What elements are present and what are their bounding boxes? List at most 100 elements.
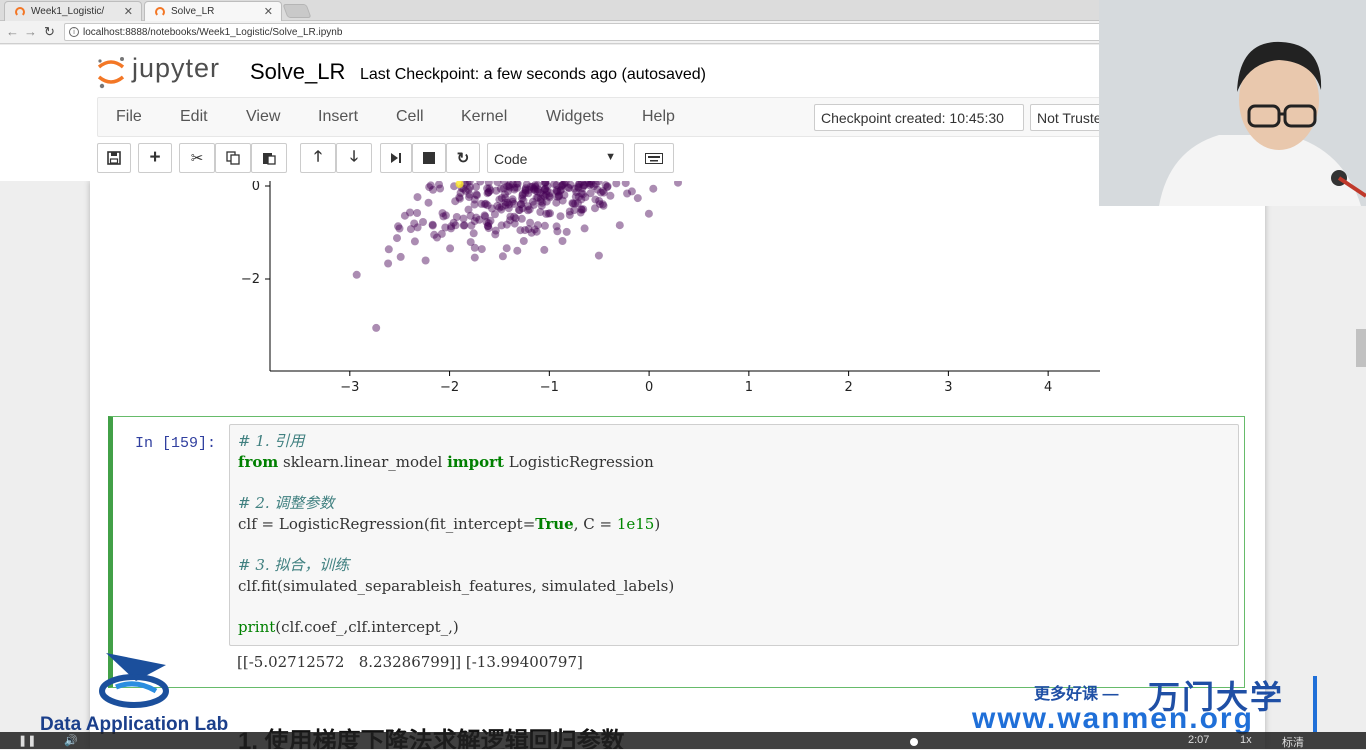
scatter-point <box>530 225 539 234</box>
code-line: print(clf.coef_,clf.intercept_,) <box>238 617 1238 638</box>
jupyter-favicon-icon <box>15 7 25 17</box>
scatter-point <box>384 259 393 268</box>
code-text: clf = LogisticRegression(fit_intercept= <box>238 514 536 533</box>
scatter-point <box>483 201 492 210</box>
save-button[interactable] <box>97 143 131 173</box>
scatter-point <box>540 221 549 230</box>
scatter-point <box>470 253 479 262</box>
scatter-point <box>540 245 549 254</box>
run-button[interactable] <box>380 143 412 173</box>
watermark-divider <box>1313 676 1317 732</box>
url-text: localhost:8888/notebooks/Week1_Logistic/… <box>83 27 343 38</box>
code-editor[interactable]: # 1. 引用 from sklearn.linear_model import… <box>229 424 1239 646</box>
url-input[interactable]: i localhost:8888/notebooks/Week1_Logisti… <box>64 23 1104 41</box>
close-tab-icon[interactable]: ✕ <box>264 5 273 18</box>
copy-icon <box>226 151 240 165</box>
forward-icon[interactable]: → <box>24 24 37 39</box>
scatter-point <box>536 208 545 216</box>
scatter-point <box>464 185 473 194</box>
seek-handle[interactable] <box>910 738 918 746</box>
save-icon <box>107 151 121 165</box>
menu-cell[interactable]: Cell <box>396 108 424 126</box>
scatter-point <box>406 208 414 217</box>
chevron-down-icon: ▼ <box>605 151 616 163</box>
checkpoint-badge: Checkpoint created: 10:45:30 <box>814 104 1024 131</box>
scatter-point <box>469 229 478 238</box>
scatter-point <box>429 185 437 194</box>
scatter-point <box>515 206 524 215</box>
cut-button[interactable]: ✂ <box>179 143 215 173</box>
playback-time: 2:07 <box>1188 734 1210 746</box>
scatter-point <box>552 222 561 231</box>
scatter-point <box>455 194 464 203</box>
x-tick-label: −3 <box>340 380 359 395</box>
menu-edit[interactable]: Edit <box>180 108 208 126</box>
move-down-button[interactable]: 🡓 <box>336 143 372 173</box>
number-literal: 1e15 <box>616 514 655 533</box>
code-line: # 3. 拟合，训练 <box>238 556 350 575</box>
scatter-point <box>558 237 567 245</box>
reload-icon[interactable]: ↻ <box>44 24 55 40</box>
scatter-point <box>466 238 475 247</box>
new-tab-button[interactable] <box>282 4 312 18</box>
quality-selector[interactable]: 标清 <box>1282 734 1304 750</box>
cell-prompt: In [159]: <box>135 435 217 452</box>
volume-icon[interactable]: 🔊 <box>64 734 78 747</box>
builtin: print <box>238 618 276 637</box>
scatter-point <box>459 214 468 223</box>
scatter-point <box>513 246 522 255</box>
browser-tab-solve-lr[interactable]: Solve_LR ✕ <box>144 1 282 21</box>
menu-view[interactable]: View <box>246 108 280 126</box>
notebook-area[interactable]: −3 −2 −1 0 1 2 3 4 0 −2 In [159]: # 1. 引用 from s… <box>0 181 1366 749</box>
jupyter-logo-text[interactable]: jupyter <box>132 53 220 84</box>
paste-icon <box>263 153 276 165</box>
checkpoint-status: Last Checkpoint: a few seconds ago (auto… <box>360 66 706 83</box>
scatter-point <box>452 213 461 221</box>
jupyter-logo-icon[interactable] <box>96 55 126 89</box>
info-icon: i <box>69 27 79 37</box>
menu-help[interactable]: Help <box>642 108 675 126</box>
scatter-plot: −3 −2 −1 0 1 2 3 4 0 −2 <box>241 181 1100 395</box>
code-line: from sklearn.linear_model import Logisti… <box>238 452 1238 473</box>
scatter-point <box>542 190 551 199</box>
scatter-points <box>352 181 682 332</box>
scatter-point <box>428 221 437 230</box>
browser-tab-week1[interactable]: Week1_Logistic/ ✕ <box>4 1 142 21</box>
scatter-point <box>533 181 542 189</box>
restart-button[interactable]: ↻ <box>446 143 480 173</box>
scatter-point <box>532 193 541 202</box>
arrow-down-icon: 🡓 <box>350 147 358 165</box>
scatter-point <box>446 244 455 253</box>
notebook-name[interactable]: Solve_LR <box>250 59 345 85</box>
scatter-point <box>502 244 511 253</box>
command-palette-button[interactable] <box>634 143 674 173</box>
playback-speed[interactable]: 1x <box>1240 734 1252 746</box>
copy-button[interactable] <box>215 143 251 173</box>
y-ticks: 0 −2 <box>241 181 270 287</box>
close-tab-icon[interactable]: ✕ <box>124 5 133 18</box>
scrollbar-thumb[interactable] <box>1356 329 1366 367</box>
scatter-point <box>413 223 422 232</box>
scatter-point <box>623 189 632 198</box>
x-tick-label: 4 <box>1044 380 1052 395</box>
menu-insert[interactable]: Insert <box>318 108 358 126</box>
insert-cell-button[interactable]: + <box>138 143 172 173</box>
menu-file[interactable]: File <box>116 108 142 126</box>
paste-button[interactable] <box>251 143 287 173</box>
x-tick-label: 2 <box>844 380 852 395</box>
pause-icon[interactable]: ❚❚ <box>18 734 36 747</box>
code-cell-selected[interactable]: In [159]: # 1. 引用 from sklearn.linear_mo… <box>108 416 1245 688</box>
interrupt-button[interactable] <box>412 143 446 173</box>
menu-kernel[interactable]: Kernel <box>461 108 507 126</box>
scatter-point <box>595 200 604 209</box>
menu-widgets[interactable]: Widgets <box>546 108 604 126</box>
code-text: ) <box>654 514 661 533</box>
move-up-button[interactable]: 🡑 <box>300 143 336 173</box>
cell-type-select[interactable]: Code ▼ <box>487 143 624 173</box>
scatter-point <box>413 209 422 217</box>
back-icon[interactable]: ← <box>6 24 19 39</box>
cell-type-value: Code <box>494 151 528 167</box>
